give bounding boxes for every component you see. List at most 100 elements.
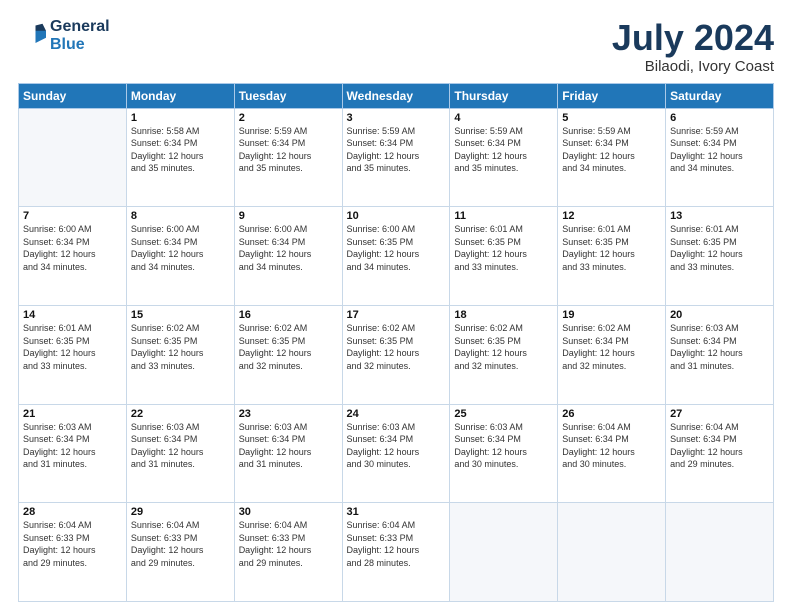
day-number: 19 [562,309,661,321]
day-number: 17 [347,309,446,321]
day-info: Sunrise: 5:59 AMSunset: 6:34 PMDaylight:… [239,125,338,175]
day-number: 29 [131,506,230,518]
calendar-table: SundayMondayTuesdayWednesdayThursdayFrid… [18,83,774,602]
calendar-cell: 7Sunrise: 6:00 AMSunset: 6:34 PMDaylight… [19,207,127,306]
calendar-cell: 29Sunrise: 6:04 AMSunset: 6:33 PMDayligh… [126,503,234,602]
day-info: Sunrise: 6:03 AMSunset: 6:34 PMDaylight:… [131,421,230,471]
logo-icon [18,22,46,50]
day-number: 5 [562,112,661,124]
calendar-week-row: 14Sunrise: 6:01 AMSunset: 6:35 PMDayligh… [19,305,774,404]
calendar-cell: 25Sunrise: 6:03 AMSunset: 6:34 PMDayligh… [450,404,558,503]
calendar-week-row: 21Sunrise: 6:03 AMSunset: 6:34 PMDayligh… [19,404,774,503]
day-info: Sunrise: 6:03 AMSunset: 6:34 PMDaylight:… [239,421,338,471]
day-number: 8 [131,210,230,222]
day-number: 9 [239,210,338,222]
calendar-cell [450,503,558,602]
day-info: Sunrise: 6:02 AMSunset: 6:35 PMDaylight:… [239,322,338,372]
day-number: 20 [670,309,769,321]
day-number: 15 [131,309,230,321]
calendar-cell: 14Sunrise: 6:01 AMSunset: 6:35 PMDayligh… [19,305,127,404]
calendar-day-header: Saturday [666,83,774,108]
logo: General Blue [18,18,110,53]
day-info: Sunrise: 6:00 AMSunset: 6:34 PMDaylight:… [239,223,338,273]
calendar-cell: 12Sunrise: 6:01 AMSunset: 6:35 PMDayligh… [558,207,666,306]
day-number: 12 [562,210,661,222]
calendar-day-header: Wednesday [342,83,450,108]
day-number: 24 [347,408,446,420]
day-info: Sunrise: 5:58 AMSunset: 6:34 PMDaylight:… [131,125,230,175]
day-info: Sunrise: 6:03 AMSunset: 6:34 PMDaylight:… [23,421,122,471]
calendar-week-row: 28Sunrise: 6:04 AMSunset: 6:33 PMDayligh… [19,503,774,602]
day-info: Sunrise: 6:00 AMSunset: 6:35 PMDaylight:… [347,223,446,273]
calendar-cell: 15Sunrise: 6:02 AMSunset: 6:35 PMDayligh… [126,305,234,404]
day-number: 13 [670,210,769,222]
day-number: 1 [131,112,230,124]
day-number: 30 [239,506,338,518]
day-info: Sunrise: 6:03 AMSunset: 6:34 PMDaylight:… [454,421,553,471]
day-info: Sunrise: 6:04 AMSunset: 6:33 PMDaylight:… [23,519,122,569]
calendar-cell: 1Sunrise: 5:58 AMSunset: 6:34 PMDaylight… [126,108,234,207]
calendar-cell: 31Sunrise: 6:04 AMSunset: 6:33 PMDayligh… [342,503,450,602]
day-info: Sunrise: 6:01 AMSunset: 6:35 PMDaylight:… [670,223,769,273]
day-number: 26 [562,408,661,420]
day-info: Sunrise: 6:03 AMSunset: 6:34 PMDaylight:… [670,322,769,372]
day-number: 16 [239,309,338,321]
calendar-cell: 4Sunrise: 5:59 AMSunset: 6:34 PMDaylight… [450,108,558,207]
day-info: Sunrise: 6:01 AMSunset: 6:35 PMDaylight:… [562,223,661,273]
page: General Blue July 2024 Bilaodi, Ivory Co… [0,0,792,612]
day-info: Sunrise: 6:02 AMSunset: 6:35 PMDaylight:… [347,322,446,372]
calendar-cell: 28Sunrise: 6:04 AMSunset: 6:33 PMDayligh… [19,503,127,602]
day-number: 27 [670,408,769,420]
day-info: Sunrise: 6:02 AMSunset: 6:34 PMDaylight:… [562,322,661,372]
header: General Blue July 2024 Bilaodi, Ivory Co… [18,18,774,75]
day-number: 7 [23,210,122,222]
day-info: Sunrise: 6:04 AMSunset: 6:34 PMDaylight:… [670,421,769,471]
day-info: Sunrise: 5:59 AMSunset: 6:34 PMDaylight:… [562,125,661,175]
day-number: 21 [23,408,122,420]
day-number: 18 [454,309,553,321]
day-number: 2 [239,112,338,124]
calendar-header-row: SundayMondayTuesdayWednesdayThursdayFrid… [19,83,774,108]
calendar-cell: 17Sunrise: 6:02 AMSunset: 6:35 PMDayligh… [342,305,450,404]
calendar-cell: 9Sunrise: 6:00 AMSunset: 6:34 PMDaylight… [234,207,342,306]
day-info: Sunrise: 6:02 AMSunset: 6:35 PMDaylight:… [454,322,553,372]
day-info: Sunrise: 6:04 AMSunset: 6:33 PMDaylight:… [131,519,230,569]
day-number: 4 [454,112,553,124]
calendar-cell: 11Sunrise: 6:01 AMSunset: 6:35 PMDayligh… [450,207,558,306]
calendar-cell: 10Sunrise: 6:00 AMSunset: 6:35 PMDayligh… [342,207,450,306]
day-number: 22 [131,408,230,420]
calendar-cell: 6Sunrise: 5:59 AMSunset: 6:34 PMDaylight… [666,108,774,207]
calendar-cell: 3Sunrise: 5:59 AMSunset: 6:34 PMDaylight… [342,108,450,207]
calendar-cell: 19Sunrise: 6:02 AMSunset: 6:34 PMDayligh… [558,305,666,404]
day-number: 23 [239,408,338,420]
day-info: Sunrise: 6:00 AMSunset: 6:34 PMDaylight:… [131,223,230,273]
calendar-cell: 24Sunrise: 6:03 AMSunset: 6:34 PMDayligh… [342,404,450,503]
calendar-cell: 27Sunrise: 6:04 AMSunset: 6:34 PMDayligh… [666,404,774,503]
day-info: Sunrise: 6:04 AMSunset: 6:34 PMDaylight:… [562,421,661,471]
calendar-week-row: 1Sunrise: 5:58 AMSunset: 6:34 PMDaylight… [19,108,774,207]
day-info: Sunrise: 6:01 AMSunset: 6:35 PMDaylight:… [454,223,553,273]
day-info: Sunrise: 6:04 AMSunset: 6:33 PMDaylight:… [239,519,338,569]
calendar-cell: 26Sunrise: 6:04 AMSunset: 6:34 PMDayligh… [558,404,666,503]
day-number: 31 [347,506,446,518]
day-number: 28 [23,506,122,518]
day-number: 6 [670,112,769,124]
calendar-cell: 20Sunrise: 6:03 AMSunset: 6:34 PMDayligh… [666,305,774,404]
subtitle: Bilaodi, Ivory Coast [612,58,774,75]
title-block: July 2024 Bilaodi, Ivory Coast [612,18,774,75]
day-info: Sunrise: 5:59 AMSunset: 6:34 PMDaylight:… [347,125,446,175]
calendar-cell: 22Sunrise: 6:03 AMSunset: 6:34 PMDayligh… [126,404,234,503]
calendar-cell: 5Sunrise: 5:59 AMSunset: 6:34 PMDaylight… [558,108,666,207]
calendar-week-row: 7Sunrise: 6:00 AMSunset: 6:34 PMDaylight… [19,207,774,306]
calendar-cell: 8Sunrise: 6:00 AMSunset: 6:34 PMDaylight… [126,207,234,306]
calendar-cell: 23Sunrise: 6:03 AMSunset: 6:34 PMDayligh… [234,404,342,503]
calendar-cell: 16Sunrise: 6:02 AMSunset: 6:35 PMDayligh… [234,305,342,404]
logo-text: General Blue [50,18,110,53]
calendar-day-header: Monday [126,83,234,108]
calendar-day-header: Friday [558,83,666,108]
calendar-cell [666,503,774,602]
calendar-cell: 30Sunrise: 6:04 AMSunset: 6:33 PMDayligh… [234,503,342,602]
day-info: Sunrise: 6:00 AMSunset: 6:34 PMDaylight:… [23,223,122,273]
main-title: July 2024 [612,18,774,58]
calendar-cell: 13Sunrise: 6:01 AMSunset: 6:35 PMDayligh… [666,207,774,306]
